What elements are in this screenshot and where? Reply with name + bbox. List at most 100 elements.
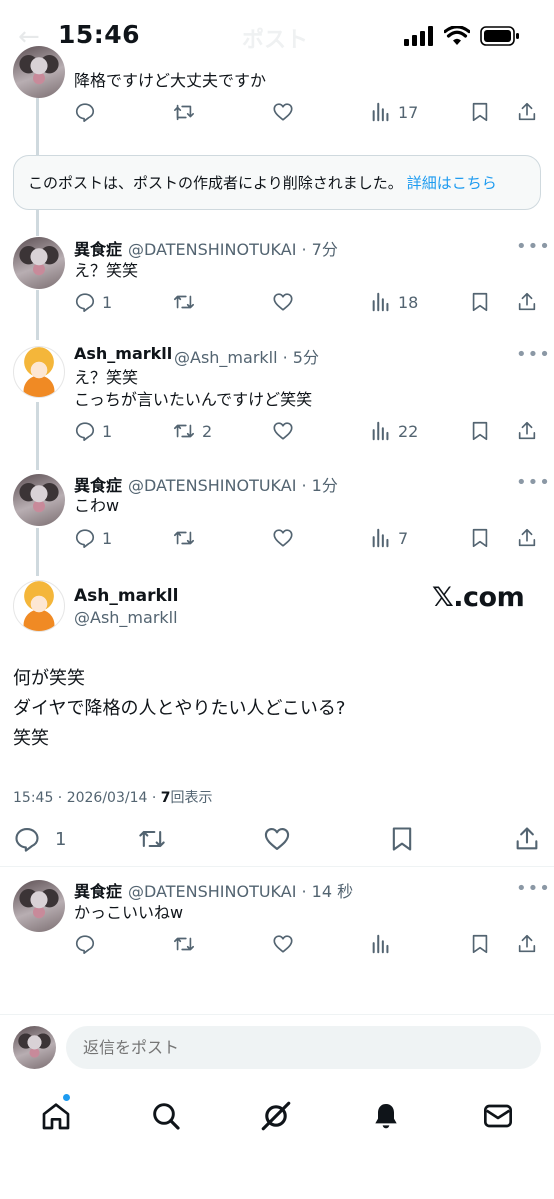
repost-icon — [174, 424, 194, 438]
more-options-icon[interactable]: ••• — [516, 344, 551, 365]
reply-count: 1 — [102, 292, 113, 312]
reply-count: 1 — [102, 528, 113, 548]
post-author-meta: @Ash_markll · 5分 — [174, 348, 319, 367]
views-button[interactable]: 7 — [370, 527, 408, 549]
more-options-icon[interactable]: ••• — [516, 472, 551, 493]
thread-line — [36, 402, 39, 470]
avatar[interactable] — [13, 580, 65, 632]
more-options-icon[interactable]: ••• — [516, 236, 551, 257]
views-icon — [372, 102, 389, 122]
nav-search[interactable] — [146, 1096, 186, 1136]
share-icon — [518, 934, 536, 953]
like-button[interactable] — [271, 101, 295, 123]
post-author-name[interactable]: 異食症 — [74, 878, 122, 902]
repost-button[interactable] — [172, 101, 196, 123]
main-post-meta: 15:45 · 2026/03/14 · 7回表示 — [13, 787, 213, 807]
repost-button[interactable] — [172, 291, 196, 313]
avatar — [13, 1026, 56, 1069]
post-author-name[interactable]: 異食症 — [74, 472, 122, 496]
share-button[interactable] — [516, 527, 538, 549]
header-title: ポスト — [242, 28, 309, 53]
share-icon — [518, 421, 536, 440]
like-button[interactable] — [271, 527, 295, 549]
deleted-post-text: このポストは、ポストの作成者により削除されました。 — [28, 174, 403, 192]
views-button[interactable] — [370, 933, 392, 955]
avatar[interactable] — [13, 237, 65, 289]
main-post-text: 何が笑笑 — [13, 668, 85, 689]
share-button[interactable] — [516, 933, 538, 955]
status-time: 15:46 — [58, 20, 141, 49]
views-button[interactable]: 18 — [370, 291, 418, 313]
views-button[interactable]: 17 — [370, 101, 418, 123]
reply-button[interactable]: 1 — [74, 291, 112, 313]
battery-icon — [480, 26, 519, 46]
main-post-view-count: 7 — [160, 790, 171, 806]
bookmark-icon — [472, 934, 488, 954]
home-icon — [42, 1103, 70, 1130]
main-post-author-name[interactable]: Ash_markll — [74, 586, 178, 606]
share-button[interactable] — [516, 101, 538, 123]
main-bookmark-button[interactable] — [388, 825, 416, 853]
share-button[interactable] — [516, 420, 538, 442]
like-button[interactable] — [271, 933, 295, 955]
views-icon — [372, 528, 389, 548]
views-button[interactable]: 22 — [370, 420, 418, 442]
like-button[interactable] — [271, 291, 295, 313]
bookmark-button[interactable] — [469, 933, 491, 955]
status-icons — [404, 26, 520, 46]
repost-icon — [174, 295, 194, 309]
nav-messages[interactable] — [478, 1096, 518, 1136]
post-text: 降格ですけど大丈夫ですか — [74, 71, 267, 90]
nav-notifications[interactable] — [366, 1096, 406, 1136]
like-button[interactable] — [271, 420, 295, 442]
details-link[interactable]: 詳細はこちら — [407, 172, 497, 193]
notifications-icon — [375, 1104, 397, 1129]
share-icon — [518, 528, 536, 547]
post-text: かっこいいねw — [74, 903, 184, 922]
views-count: 7 — [398, 528, 409, 548]
heart-icon — [273, 103, 293, 121]
heart-icon — [273, 293, 293, 311]
divider — [0, 1014, 554, 1015]
reply-button[interactable] — [74, 933, 96, 955]
post-text: こわw — [74, 496, 120, 515]
main-repost-button[interactable] — [137, 825, 167, 853]
more-options-icon[interactable]: ••• — [516, 878, 551, 899]
reply-button[interactable]: 1 — [74, 527, 112, 549]
thread-line — [36, 290, 39, 340]
bookmark-icon — [392, 827, 412, 851]
views-count: 22 — [398, 421, 419, 441]
avatar[interactable] — [13, 46, 65, 98]
repost-icon — [174, 104, 194, 121]
nav-home[interactable] — [36, 1096, 76, 1136]
avatar[interactable] — [13, 880, 65, 932]
share-button[interactable] — [516, 291, 538, 313]
main-like-button[interactable] — [262, 825, 292, 853]
avatar[interactable] — [13, 474, 65, 526]
reply-button[interactable] — [74, 101, 96, 123]
bookmark-button[interactable] — [469, 101, 491, 123]
post-author-meta: @DATENSHINOTUKAI · 7分 — [128, 240, 338, 259]
main-post-author-handle[interactable]: @Ash_markll — [74, 608, 178, 627]
repost-button[interactable] — [172, 527, 196, 549]
bookmark-button[interactable] — [469, 291, 491, 313]
reply-icon — [75, 293, 95, 312]
post-author-name[interactable]: Ash_markll — [74, 344, 172, 363]
bookmark-button[interactable] — [469, 420, 491, 442]
avatar[interactable] — [13, 346, 65, 398]
repost-icon — [174, 937, 194, 951]
bookmark-icon — [472, 528, 488, 548]
reply-input[interactable] — [66, 1026, 541, 1069]
bookmark-button[interactable] — [469, 527, 491, 549]
share-icon — [518, 102, 536, 121]
repost-button[interactable]: 2 — [172, 420, 212, 442]
reply-count: 1 — [102, 421, 113, 441]
nav-grok[interactable] — [256, 1096, 296, 1136]
reply-button[interactable]: 1 — [74, 420, 112, 442]
main-share-button[interactable] — [513, 825, 541, 853]
repost-button[interactable] — [172, 933, 196, 955]
post-author-meta: @DATENSHINOTUKAI · 14 秒 — [128, 882, 354, 901]
post-author-name[interactable]: 異食症 — [74, 236, 122, 260]
reply-count: 1 — [55, 828, 67, 850]
main-reply-button[interactable]: 1 — [13, 825, 66, 853]
